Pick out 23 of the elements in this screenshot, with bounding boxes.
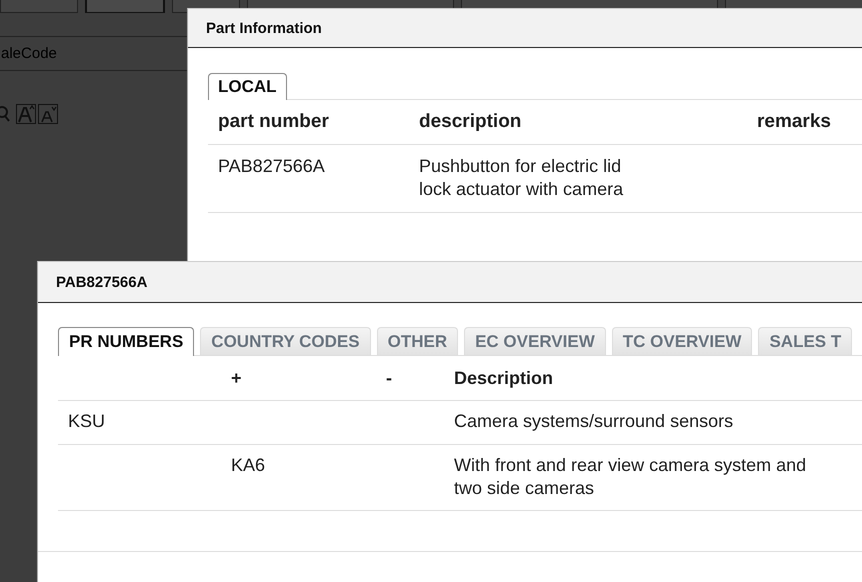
tab[interactable]: TC OVERVIEW — [612, 327, 752, 355]
font-increase-icon[interactable] — [16, 104, 36, 124]
tab[interactable]: PR NUMBERS — [58, 327, 194, 356]
tab[interactable]: LOCAL — [208, 73, 287, 100]
font-decrease-icon[interactable] — [38, 104, 58, 124]
column-header: part number — [218, 111, 329, 132]
table-cell: With front and rear view camera system and two side cameras — [454, 455, 806, 498]
dialog-title: Part Information — [206, 20, 322, 36]
tab[interactable]: EC OVERVIEW — [464, 327, 606, 355]
column-header: description — [419, 111, 522, 132]
dialog-title: PAB827566A — [56, 274, 148, 290]
table-cell: PAB827566A — [218, 156, 325, 176]
column-header: Description — [454, 368, 554, 388]
table-cell: Camera systems/surround sensors — [454, 411, 734, 431]
table-cell: Pushbutton for electric lid lock actuator with camera — [419, 156, 624, 199]
column-header: + — [231, 368, 242, 388]
table-cell: KSU — [68, 411, 106, 431]
column-header: - — [386, 368, 392, 388]
tab[interactable]: OTHER — [376, 327, 458, 355]
table-cell: KA6 — [231, 455, 266, 475]
tab[interactable]: SALES T — [758, 327, 852, 355]
column-header: remarks — [757, 111, 831, 132]
tab[interactable]: COUNTRY CODES — [200, 327, 371, 355]
